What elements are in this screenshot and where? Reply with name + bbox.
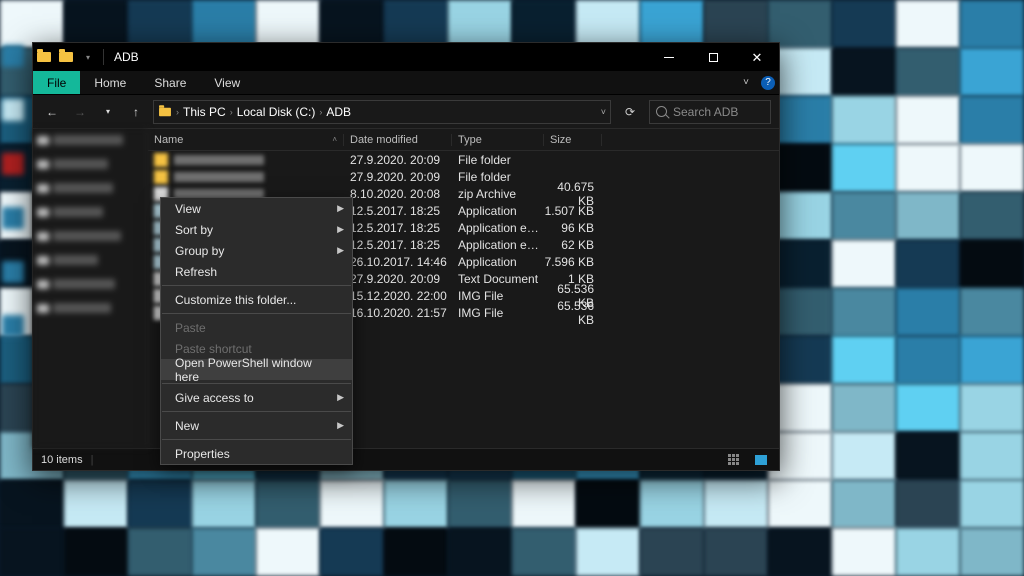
qat-properties-icon[interactable] <box>55 43 77 71</box>
file-type: IMG File <box>452 289 544 303</box>
file-size: 7.596 KB <box>544 255 602 269</box>
file-size: 65.536 KB <box>544 299 602 327</box>
chevron-right-icon: ▶ <box>337 420 344 431</box>
search-icon <box>656 106 667 117</box>
chevron-right-icon: › <box>176 107 179 117</box>
column-headers[interactable]: Name ˄ Date modified Type Size <box>148 129 779 151</box>
file-size: 62 KB <box>544 238 602 252</box>
file-icon <box>154 153 168 167</box>
status-bar: 10 items | <box>33 448 779 470</box>
search-input[interactable]: Search ADB <box>649 100 771 124</box>
menu-item[interactable]: New▶ <box>161 415 352 436</box>
breadcrumb[interactable]: This PC <box>183 105 226 119</box>
menu-separator <box>162 313 351 314</box>
file-size: 96 KB <box>544 221 602 235</box>
sort-indicator-icon: ˄ <box>332 135 337 144</box>
file-icon <box>154 170 168 184</box>
menu-item[interactable]: Customize this folder... <box>161 289 352 310</box>
refresh-button[interactable]: ⟳ <box>617 100 643 124</box>
menu-item[interactable]: Sort by▶ <box>161 219 352 240</box>
ribbon-tabs: File Home Share View ˅ ? <box>33 71 779 95</box>
desktop-icons <box>2 45 30 337</box>
menu-item[interactable]: Refresh <box>161 261 352 282</box>
file-date: 26.10.2017. 14:46 <box>344 255 452 269</box>
menu-item[interactable]: Open PowerShell window here <box>161 359 352 380</box>
back-button[interactable]: ← <box>41 101 63 123</box>
context-menu[interactable]: View▶Sort by▶Group by▶Refresh Customize t… <box>160 197 353 465</box>
file-tab[interactable]: File <box>33 71 80 94</box>
menu-separator <box>162 285 351 286</box>
chevron-right-icon: ▶ <box>337 224 344 235</box>
item-count: 10 items <box>41 454 83 466</box>
maximize-button[interactable] <box>691 43 735 71</box>
menu-separator <box>162 439 351 440</box>
column-size[interactable]: Size <box>544 134 602 146</box>
minimize-button[interactable] <box>647 43 691 71</box>
close-button[interactable]: ✕ <box>735 43 779 71</box>
menu-item[interactable]: View▶ <box>161 198 352 219</box>
ribbon-collapse-icon[interactable]: ˅ <box>735 71 757 94</box>
chevron-right-icon: › <box>319 107 322 117</box>
file-type: File folder <box>452 153 544 167</box>
file-name-redacted <box>174 155 264 165</box>
file-explorer-window: ▾ ADB ✕ File Home Share View ˅ ? ← → ▾ ↑… <box>32 42 780 471</box>
file-type: Application <box>452 255 544 269</box>
column-type[interactable]: Type <box>452 134 544 146</box>
menu-separator <box>162 411 351 412</box>
column-name[interactable]: Name ˄ <box>148 134 344 146</box>
file-date: 12.5.2017. 18:25 <box>344 238 452 252</box>
menu-item[interactable]: Group by▶ <box>161 240 352 261</box>
chevron-right-icon: ▶ <box>337 392 344 403</box>
search-placeholder: Search ADB <box>673 105 738 119</box>
file-type: IMG File <box>452 306 544 320</box>
chevron-right-icon: › <box>230 107 233 117</box>
details-view-button[interactable] <box>723 452 743 468</box>
forward-button[interactable]: → <box>69 101 91 123</box>
file-type: zip Archive <box>452 187 544 201</box>
file-type: Application exten... <box>452 238 544 252</box>
file-date: 8.10.2020. 20:08 <box>344 187 452 201</box>
tab-share[interactable]: Share <box>140 71 200 94</box>
chevron-right-icon: ▶ <box>337 245 344 256</box>
file-type: Application <box>452 204 544 218</box>
large-icons-view-button[interactable] <box>751 452 771 468</box>
file-date: 15.12.2020. 22:00 <box>344 289 452 303</box>
navigation-pane[interactable] <box>33 129 148 448</box>
table-row[interactable]: 27.9.2020. 20:09File folder <box>148 168 779 185</box>
menu-item[interactable]: Give access to▶ <box>161 387 352 408</box>
file-date: 16.10.2020. 21:57 <box>344 306 452 320</box>
chevron-right-icon: ▶ <box>337 203 344 214</box>
column-date[interactable]: Date modified <box>344 134 452 146</box>
title-divider <box>103 49 104 65</box>
file-date: 12.5.2017. 18:25 <box>344 204 452 218</box>
folder-icon <box>159 107 171 116</box>
menu-item: Paste <box>161 317 352 338</box>
menu-item[interactable]: Properties <box>161 443 352 464</box>
table-row[interactable]: 27.9.2020. 20:09File folder <box>148 151 779 168</box>
title-bar[interactable]: ▾ ADB ✕ <box>33 43 779 71</box>
breadcrumb[interactable]: Local Disk (C:) <box>237 105 316 119</box>
file-type: File folder <box>452 170 544 184</box>
file-type: Application exten... <box>452 221 544 235</box>
folder-icon <box>33 43 55 71</box>
navigation-bar: ← → ▾ ↑ › This PC › Local Disk (C:) › AD… <box>33 95 779 129</box>
file-date: 27.9.2020. 20:09 <box>344 170 452 184</box>
tab-view[interactable]: View <box>200 71 254 94</box>
breadcrumb[interactable]: ADB <box>326 105 351 119</box>
address-bar[interactable]: › This PC › Local Disk (C:) › ADB ˅ <box>153 100 611 124</box>
window-title: ADB <box>114 50 139 64</box>
tab-home[interactable]: Home <box>80 71 140 94</box>
recent-locations-icon[interactable]: ▾ <box>97 101 119 123</box>
qat-dropdown-icon[interactable]: ▾ <box>77 43 99 71</box>
file-date: 27.9.2020. 20:09 <box>344 153 452 167</box>
up-button[interactable]: ↑ <box>125 101 147 123</box>
address-dropdown-icon[interactable]: ˅ <box>601 107 606 117</box>
file-type: Text Document <box>452 272 544 286</box>
file-date: 12.5.2017. 18:25 <box>344 221 452 235</box>
file-name-redacted <box>174 172 264 182</box>
help-icon[interactable]: ? <box>757 71 779 94</box>
file-date: 27.9.2020. 20:09 <box>344 272 452 286</box>
file-size: 1.507 KB <box>544 204 602 218</box>
